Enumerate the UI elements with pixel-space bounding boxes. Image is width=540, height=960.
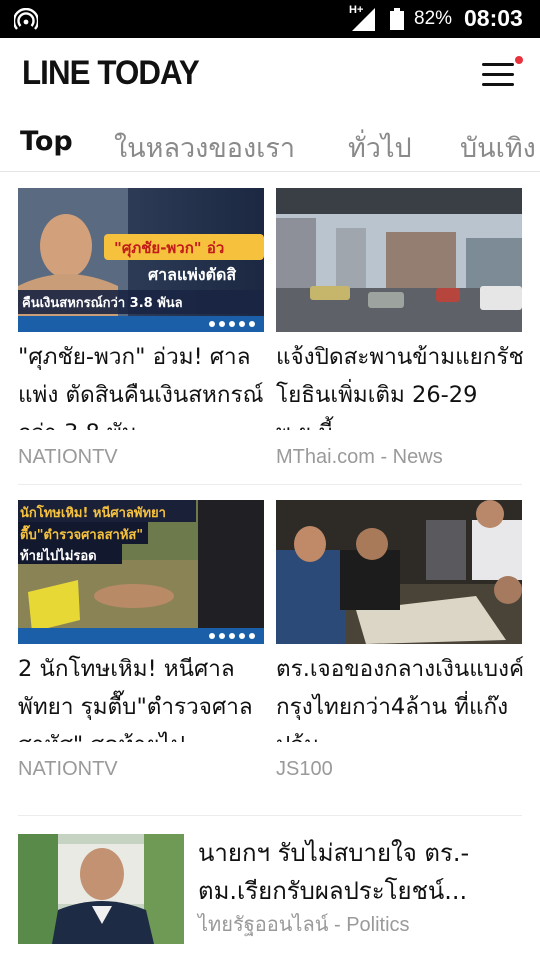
tab-top[interactable]: Top [20,126,73,157]
news-title[interactable]: 2 นักโทษเหิม! หนีศาลพัทยา รุมตื๊บ"ตำรวจศ… [18,650,270,742]
news-source: NATIONTV [18,758,118,780]
battery-icon [390,8,404,30]
tab-general[interactable]: ทั่วไป [348,126,412,169]
news-source: JS100 [276,758,333,780]
list-item[interactable]: นายกฯ รับไม่สบายใจ ตร.-ตม.เรียกรับผลประโ… [18,834,522,944]
app-logo: LINE TODAY [22,54,200,92]
thumb-caption: "ศุภชัย-พวก" อ่ว [114,239,224,258]
news-thumbnail: "ศุภชัย-พวก" อ่ว ศาลแพ่งตัดสิ คืนเงินสหก… [18,188,264,332]
news-title[interactable]: นายกฯ รับไม่สบายใจ ตร.-ตม.เรียกรับผลประโ… [198,834,524,910]
news-thumbnail [276,500,522,644]
news-title[interactable]: แจ้งปิดสะพานข้ามแยกรัชโยธินเพิ่มเติม 26-… [276,338,528,430]
news-thumbnail [276,188,522,332]
status-bar: H+ 82% 08:03 [0,0,540,38]
tab-king[interactable]: ในหลวงของเรา [114,126,295,169]
news-source: MThai.com - News [276,446,443,468]
thumb-caption: ท้ายไปไม่รอด [20,547,97,564]
app-header: LINE TODAY [0,38,540,110]
tab-entertainment[interactable]: บันเทิง [460,126,536,169]
hamburger-menu-icon[interactable] [478,60,518,90]
thumb-caption: คืนเงินสหกรณ์กว่า 3.8 พันล [22,295,183,311]
battery-percent: 82% [414,8,453,29]
divider [18,815,522,816]
divider [18,484,522,485]
news-thumbnail: นักโทษเหิม! หนีศาลพัทยา ตื๊บ"ตำรวจศาลสาห… [18,500,264,644]
signal-icon [352,8,375,31]
category-tabs: Top ในหลวงของเรา ทั่วไป บันเทิง [0,110,540,172]
notification-dot [515,56,523,64]
clock: 08:03 [464,5,523,31]
news-title[interactable]: ตร.เจอของกลางเงินแบงค์กรุงไทยกว่า4ล้าน ท… [276,650,528,742]
thumb-caption: นักโทษเหิม! หนีศาลพัทยา [20,504,166,521]
thumb-caption: ศาลแพ่งตัดสิ [148,265,236,284]
news-title[interactable]: "ศุภชัย-พวก" อ่วม! ศาลแพ่ง ตัดสินคืนเงิน… [18,338,270,430]
cast-icon [14,8,38,30]
thumb-caption: ตื๊บ"ตำรวจศาลสาหัส" [20,525,143,543]
news-source: NATIONTV [18,446,118,468]
news-thumbnail [18,834,184,944]
news-source: ไทยรัฐออนไลน์ - Politics [198,914,410,936]
